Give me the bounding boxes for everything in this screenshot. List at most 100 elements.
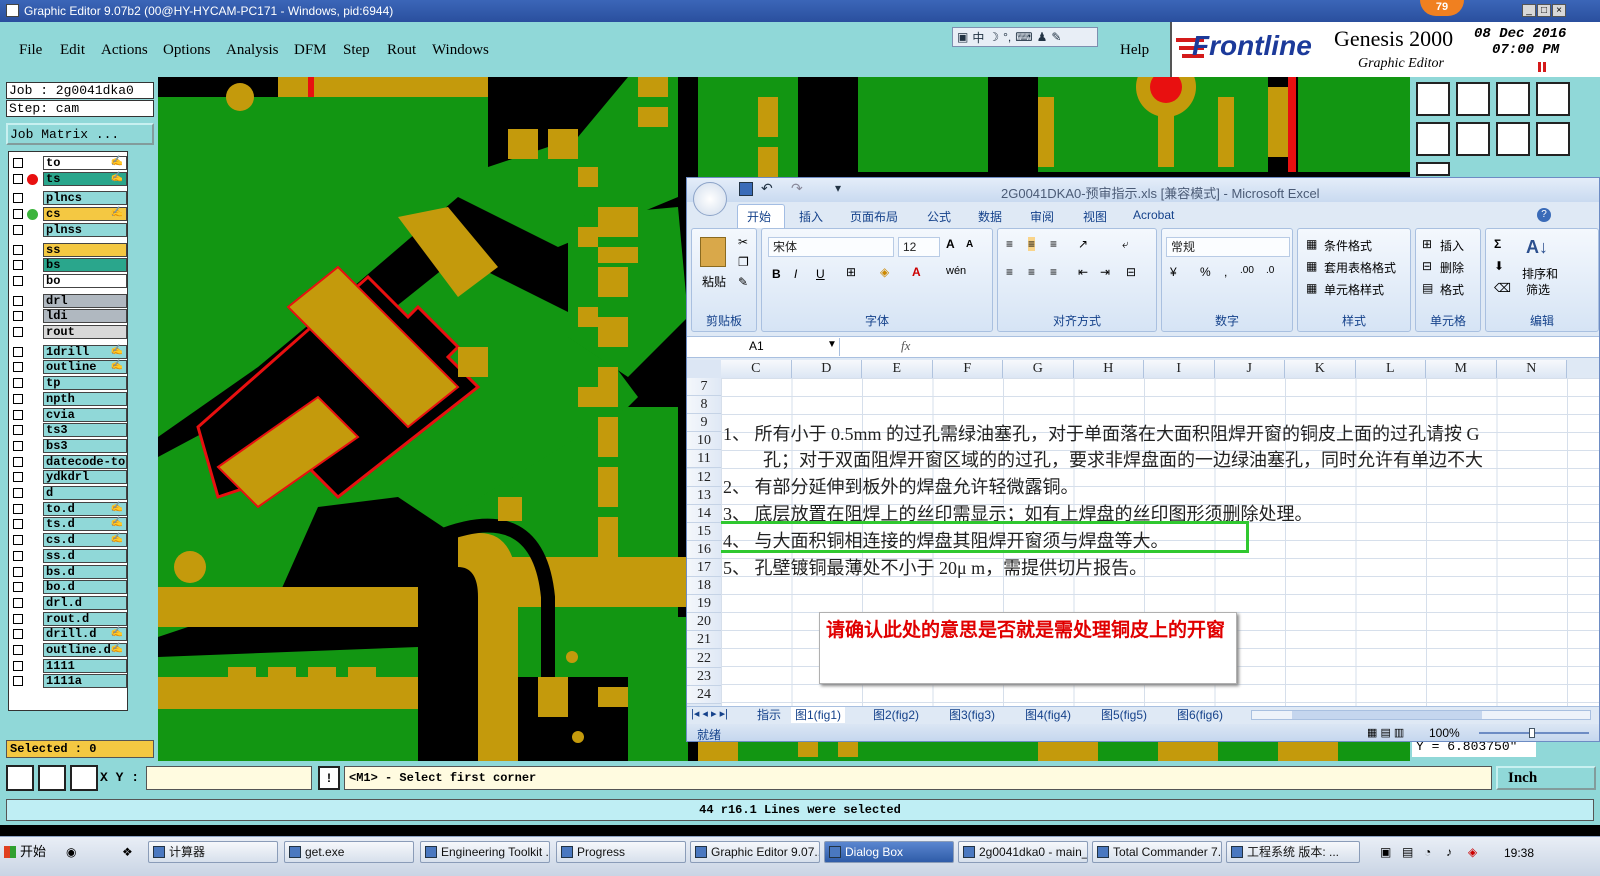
sort-filter-icon[interactable]: A↓ [1526, 237, 1548, 258]
snap-angle-icon[interactable] [38, 765, 66, 791]
layer-checkbox[interactable] [13, 275, 23, 286]
tab-acrobat[interactable]: Acrobat [1133, 208, 1174, 222]
help-icon[interactable]: ? [1537, 208, 1551, 222]
snap-center-icon[interactable] [70, 765, 98, 791]
menu-windows[interactable]: Windows [432, 42, 489, 59]
keyboard-icon[interactable]: ⌨ [1015, 30, 1032, 44]
layer-checkbox[interactable] [13, 295, 23, 306]
layer-row[interactable]: bo [9, 273, 127, 289]
font-size-select[interactable]: 12 [898, 237, 940, 257]
paste-icon[interactable] [700, 237, 726, 267]
layer-name[interactable]: plncs [43, 191, 127, 206]
sort-filter-button-line2[interactable]: 筛选 [1526, 281, 1550, 298]
column-header[interactable]: F [932, 360, 1003, 378]
tool-window-icon[interactable] [1536, 82, 1570, 116]
redo-icon[interactable]: ↷ [791, 180, 803, 197]
layer-name[interactable]: bs3 [43, 438, 127, 453]
layer-row[interactable]: npth [9, 391, 127, 407]
cell-styles-button[interactable]: 单元格样式 [1324, 281, 1384, 298]
layer-checkbox[interactable] [13, 378, 23, 389]
percent-icon[interactable]: % [1200, 265, 1211, 279]
task-progress[interactable]: Progress [556, 841, 686, 863]
row-header[interactable]: 21 [687, 631, 721, 650]
layer-row[interactable]: datecode-to [9, 454, 127, 470]
wrap-text-icon[interactable]: ⤶ [1122, 237, 1129, 252]
name-box[interactable]: A1 ▼ [689, 338, 840, 356]
layer-checkbox[interactable] [13, 660, 23, 671]
row-header[interactable]: 11 [687, 450, 721, 469]
tab-home[interactable]: 开始 [747, 208, 771, 225]
layer-row[interactable]: tp [9, 376, 127, 391]
delete-cells-button[interactable]: 删除 [1440, 259, 1464, 276]
row-header[interactable]: 7 [687, 378, 721, 396]
layer-name[interactable]: ss [43, 242, 127, 257]
copy-icon[interactable]: ❐ [738, 255, 749, 269]
tab-page-layout[interactable]: 页面布局 [850, 208, 898, 225]
formula-input[interactable] [921, 338, 1597, 356]
currency-icon[interactable]: ¥ [1170, 265, 1177, 279]
layer-name[interactable]: cvia [43, 407, 127, 422]
layer-name[interactable]: ydkdrl [43, 470, 127, 485]
horizontal-scrollbar[interactable] [1251, 710, 1591, 720]
task-graphic-editor[interactable]: Graphic Editor 9.07... [690, 841, 820, 863]
layer-row[interactable]: cs ✍ [9, 207, 127, 222]
layer-name[interactable]: 1111a [43, 674, 127, 689]
minimize-button[interactable]: _ [1522, 4, 1536, 17]
tray-icon-3[interactable]: ◔ [1424, 845, 1431, 859]
task-main-qa[interactable]: 2g0041dka0 - main_qa [958, 841, 1088, 863]
layer-checkbox[interactable] [13, 158, 23, 168]
alert-icon[interactable]: ! [318, 766, 340, 790]
layer-name[interactable]: npth [43, 391, 127, 406]
tab-insert[interactable]: 插入 [799, 208, 823, 225]
row-header[interactable]: 18 [687, 577, 721, 596]
zoom-slider-thumb[interactable] [1529, 728, 1535, 738]
layer-row[interactable]: to ✍ [9, 156, 127, 171]
layer-row[interactable]: plnss [9, 222, 127, 238]
layer-row[interactable]: bs.d [9, 564, 127, 580]
phonetic-icon[interactable]: wén [946, 265, 966, 277]
align-left-icon[interactable]: ≡ [1006, 265, 1013, 279]
close-button[interactable]: × [1552, 4, 1566, 17]
layer-checkbox[interactable] [13, 519, 23, 530]
column-header[interactable]: C [721, 360, 792, 378]
sheet-nav-icon[interactable]: |◂ ◂ ▸ ▸| [691, 707, 728, 720]
sheet-tab-1[interactable]: 图1(fig1) [791, 707, 846, 723]
quicklaunch-icon-1[interactable]: ◉ [66, 845, 76, 859]
autosum-icon[interactable]: Σ [1494, 237, 1501, 251]
layer-row[interactable]: bo.d [9, 580, 127, 595]
row-header[interactable]: 24 [687, 685, 721, 704]
align-bottom-icon[interactable]: ≡ [1050, 237, 1057, 251]
layer-checkbox[interactable] [13, 597, 23, 608]
layer-row[interactable]: rout.d [9, 611, 127, 627]
layer-row[interactable]: drl.d [9, 595, 127, 611]
font-color-icon[interactable]: A [912, 265, 921, 279]
number-format-select[interactable]: 常规 [1166, 237, 1290, 257]
tool-snap-icon[interactable] [1496, 122, 1530, 156]
italic-icon[interactable]: I [794, 267, 797, 281]
align-middle-icon[interactable]: ≡ [1028, 237, 1036, 251]
moon-icon[interactable]: ☽ [988, 30, 999, 44]
layer-checkbox[interactable] [13, 409, 23, 420]
row-header[interactable]: 19 [687, 595, 721, 614]
row-header[interactable]: 10 [687, 432, 721, 451]
layer-row[interactable]: ss.d [9, 548, 127, 564]
layer-checkbox[interactable] [13, 582, 23, 593]
layer-row[interactable]: outline.d ✍ [9, 643, 127, 658]
menu-actions[interactable]: Actions [101, 42, 148, 59]
layer-name[interactable]: bo [43, 273, 127, 288]
layer-checkbox[interactable] [13, 224, 23, 235]
view-buttons-icon[interactable]: ▦ ▤ ▥ [1367, 726, 1404, 739]
user-icon[interactable]: ♟ [1037, 30, 1048, 44]
sheet-tab-5[interactable]: 图5(fig5) [1101, 707, 1147, 723]
underline-icon[interactable]: U [816, 267, 825, 281]
layer-name[interactable]: datecode-to [43, 454, 127, 469]
layer-checkbox[interactable] [13, 327, 23, 337]
units-button[interactable]: Inch [1496, 766, 1596, 790]
sheet-tab-3[interactable]: 图3(fig3) [949, 707, 995, 723]
layer-row[interactable]: ts.d ✍ [9, 517, 127, 532]
punctuation-icon[interactable]: °, [1003, 30, 1011, 44]
layer-row[interactable]: ts3 [9, 423, 127, 438]
column-header[interactable]: D [791, 360, 862, 378]
task-get-exe[interactable]: get.exe [284, 841, 414, 863]
layer-checkbox[interactable] [13, 244, 23, 255]
